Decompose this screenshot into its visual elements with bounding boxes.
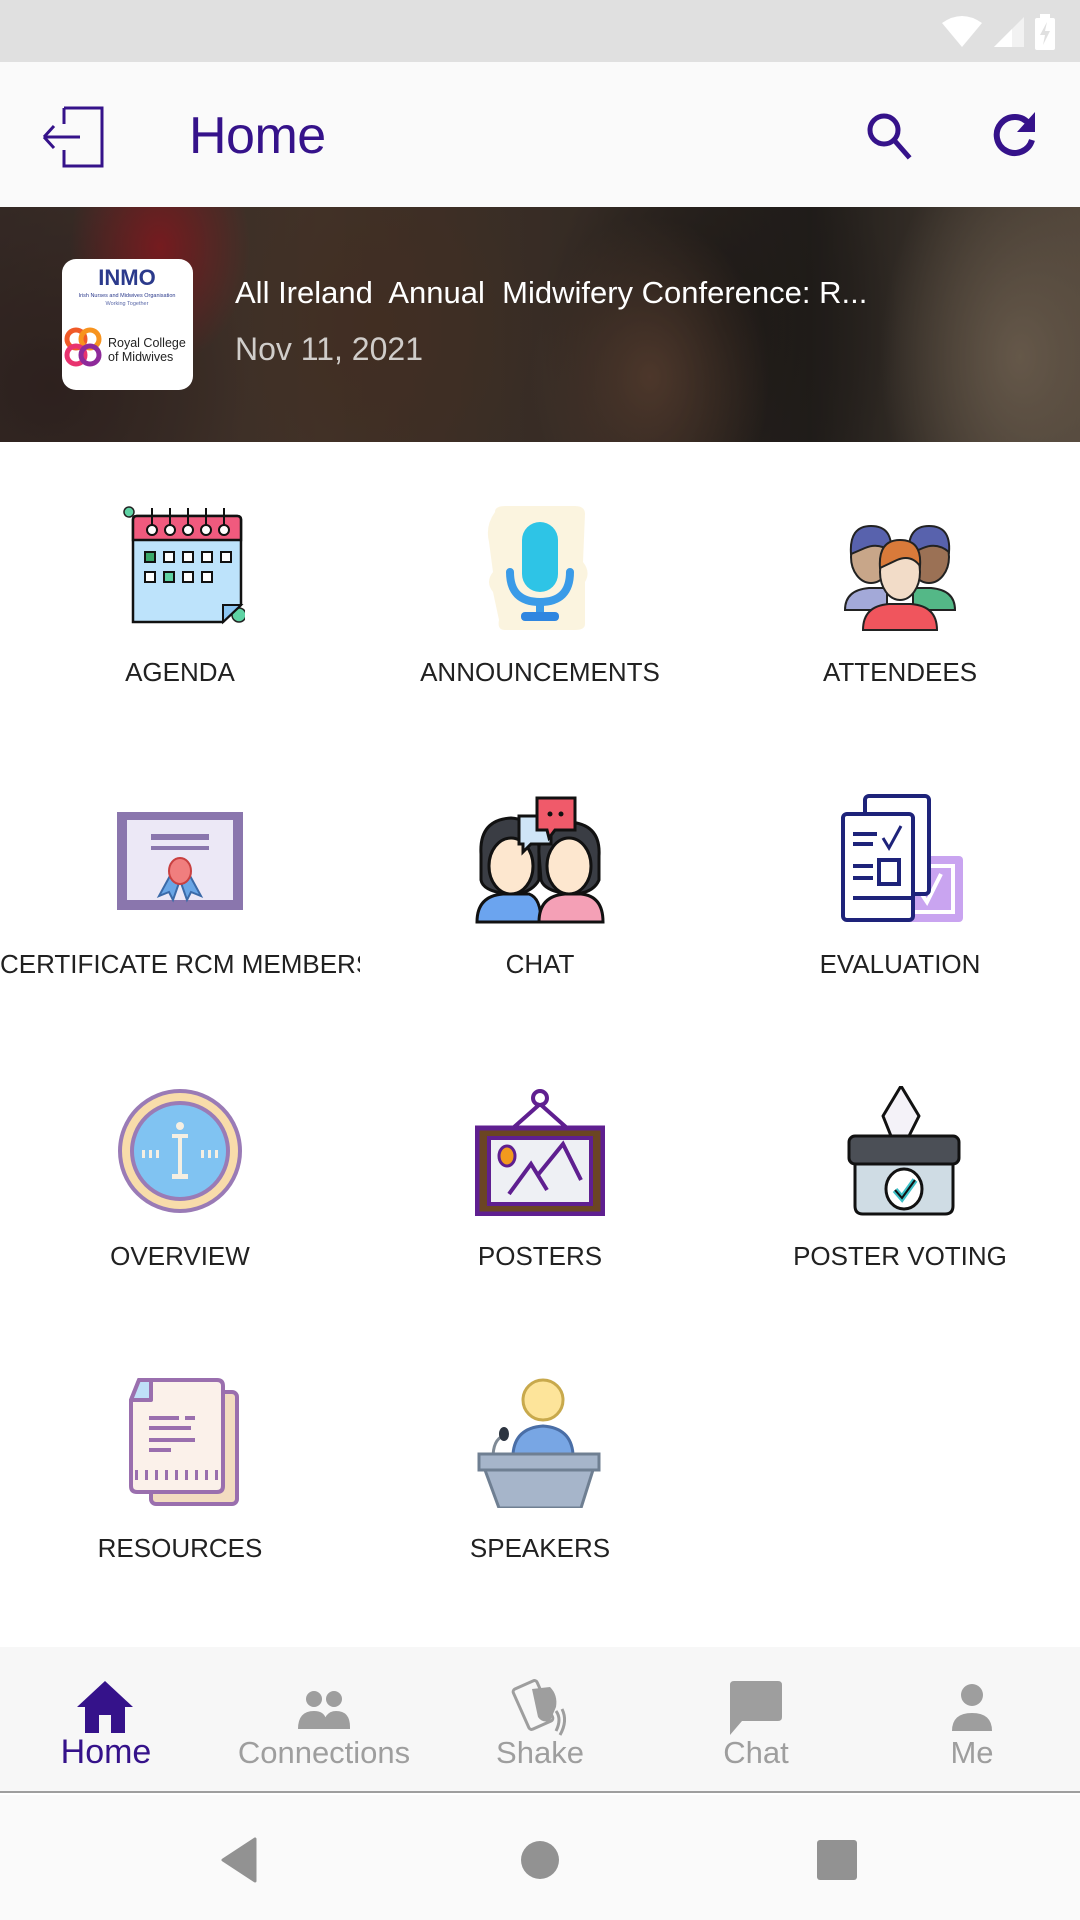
- nav-me[interactable]: Me: [864, 1647, 1080, 1793]
- nav-shake[interactable]: Shake: [432, 1647, 648, 1793]
- tile-resources[interactable]: RESOURCES: [0, 1318, 360, 1610]
- shake-phone-icon: [511, 1679, 567, 1736]
- people-group-icon: [843, 524, 957, 631]
- tile-label: POSTER VOTING: [793, 1241, 1007, 1271]
- event-logo: INMO Irish Nurses and Midwives Organisat…: [62, 259, 193, 390]
- search-icon[interactable]: [860, 106, 920, 166]
- svg-text:Irish Nurses and Midwives Orga: Irish Nurses and Midwives Organisation: [79, 293, 176, 299]
- nav-label: Shake: [496, 1735, 584, 1770]
- chat-people-icon: [475, 796, 605, 924]
- microphone-icon: [487, 506, 588, 630]
- page-title: Home: [189, 107, 326, 165]
- tile-attendees[interactable]: ATTENDEES: [720, 442, 1080, 734]
- nav-label: Me: [950, 1735, 994, 1770]
- tile-label: SPEAKERS: [469, 1533, 611, 1563]
- tile-label: ANNOUNCEMENTS: [420, 657, 660, 687]
- calendar-icon: [123, 506, 245, 625]
- nav-label: Home: [60, 1733, 152, 1771]
- svg-text:Working Together: Working Together: [106, 301, 149, 307]
- tile-overview[interactable]: OVERVIEW: [0, 1026, 360, 1318]
- rcm-emblem-icon: [64, 327, 102, 367]
- cell-signal-icon: [994, 17, 1024, 47]
- podium-speaker-icon: [477, 1378, 601, 1508]
- ballot-box-icon: [847, 1086, 961, 1216]
- tile-label: CERTIFICATE RCM MEMBERS: [0, 949, 360, 979]
- nav-label: Chat: [723, 1735, 789, 1770]
- battery-charging-icon: [1035, 14, 1055, 50]
- tile-evaluation[interactable]: EVALUATION: [720, 734, 1080, 1026]
- tile-label: ATTENDEES: [822, 657, 978, 687]
- app-bar: Home: [0, 62, 1080, 207]
- tile-label: CHAT: [505, 949, 575, 979]
- system-navigation-bar: [0, 1795, 1080, 1920]
- event-date: Nov 11, 2021: [235, 331, 423, 367]
- documents-icon: [129, 1378, 239, 1506]
- feature-grid: AGENDA ANNOUNCEMENTS ATTENDEES CERTIFICA…: [0, 442, 1080, 1647]
- tile-poster-voting[interactable]: POSTER VOTING: [720, 1026, 1080, 1318]
- tile-posters[interactable]: POSTERS: [360, 1026, 720, 1318]
- wifi-icon: [942, 16, 982, 47]
- tile-label: AGENDA: [125, 657, 235, 687]
- nav-label: Connections: [237, 1735, 411, 1770]
- person-icon: [952, 1684, 992, 1731]
- tile-agenda[interactable]: AGENDA: [0, 442, 360, 734]
- tile-label: EVALUATION: [819, 949, 981, 979]
- svg-text:of Midwives: of Midwives: [108, 350, 173, 364]
- nav-home[interactable]: Home: [0, 1647, 216, 1793]
- certificate-icon: [117, 812, 243, 910]
- checklist-icon: [841, 794, 963, 922]
- tile-label: RESOURCES: [97, 1533, 263, 1563]
- tile-label: POSTERS: [477, 1241, 603, 1271]
- svg-text:Royal College: Royal College: [108, 336, 186, 350]
- logo-org1: INMO: [98, 265, 155, 290]
- bottom-navigation: Home Connections Shake Chat Me: [0, 1647, 1080, 1793]
- home-circle-icon[interactable]: [515, 1835, 565, 1885]
- back-icon[interactable]: [215, 1835, 265, 1885]
- nav-chat[interactable]: Chat: [648, 1647, 864, 1793]
- recents-square-icon[interactable]: [812, 1835, 862, 1885]
- nav-connections[interactable]: Connections: [216, 1647, 432, 1793]
- info-badge-icon: [118, 1089, 242, 1213]
- framed-picture-icon: [475, 1089, 605, 1216]
- people-icon: [298, 1691, 350, 1729]
- tile-speakers[interactable]: SPEAKERS: [360, 1318, 720, 1610]
- chat-bubble-icon: [730, 1681, 782, 1735]
- status-bar: [0, 0, 1080, 62]
- tile-announcements[interactable]: ANNOUNCEMENTS: [360, 442, 720, 734]
- refresh-icon[interactable]: [985, 106, 1045, 166]
- tile-label: OVERVIEW: [110, 1241, 250, 1271]
- logout-icon[interactable]: [40, 104, 106, 170]
- tile-chat[interactable]: CHAT: [360, 734, 720, 1026]
- home-icon: [77, 1681, 133, 1733]
- event-banner[interactable]: INMO Irish Nurses and Midwives Organisat…: [0, 207, 1080, 442]
- event-title: All Ireland Annual Midwifery Conference:…: [235, 275, 868, 310]
- tile-certificate-rcm-members[interactable]: CERTIFICATE RCM MEMBERS: [0, 734, 360, 1026]
